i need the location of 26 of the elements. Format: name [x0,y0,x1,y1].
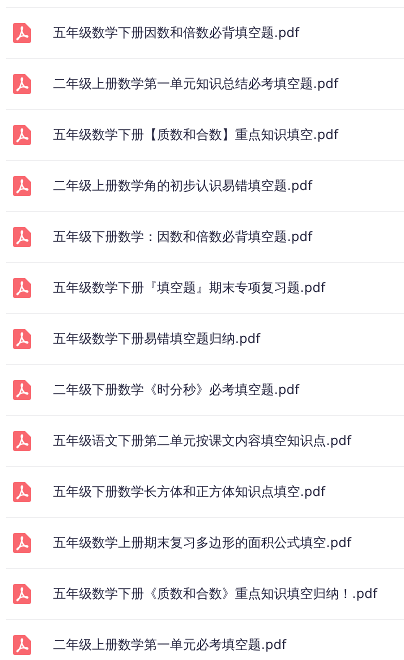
pdf-file-icon [13,329,31,349]
pdf-file-icon [13,380,31,400]
file-name[interactable]: 二年级上册数学第一单元知识总结必考填空题.pdf [53,75,338,93]
file-name[interactable]: 五年级数学上册期末复习多边形的面积公式填空.pdf [53,534,352,552]
file-name[interactable]: 二年级上册数学第一单元必考填空题.pdf [53,636,286,654]
pdf-file-icon [13,23,31,43]
file-name[interactable]: 五年级下册数学：因数和倍数必背填空题.pdf [53,228,312,246]
file-name[interactable]: 五年级数学下册因数和倍数必背填空题.pdf [53,24,300,42]
pdf-file-icon [13,533,31,553]
file-name[interactable]: 二年级上册数学角的初步认识易错填空题.pdf [53,177,312,195]
file-name[interactable]: 五年级数学下册『填空题』期末专项复习题.pdf [53,279,326,297]
file-name[interactable]: 五年级下册数学长方体和正方体知识点填空.pdf [53,483,326,501]
pdf-file-icon [13,584,31,604]
pdf-file-icon [13,482,31,502]
pdf-file-icon [13,431,31,451]
file-name[interactable]: 五年级语文下册第二单元按课文内容填空知识点.pdf [53,432,352,450]
pdf-file-icon [13,278,31,298]
file-name[interactable]: 五年级数学下册【质数和合数】重点知识填空.pdf [53,126,338,144]
pdf-file-icon [13,74,31,94]
pdf-file-icon [13,125,31,145]
file-name[interactable]: 五年级数学下册《质数和合数》重点知识填空归纳！.pdf [53,585,378,603]
pdf-file-icon [13,176,31,196]
pdf-file-icon [13,227,31,247]
pdf-file-icon [13,635,31,655]
file-name[interactable]: 二年级下册数学《时分秒》必考填空题.pdf [53,381,300,399]
file-name[interactable]: 五年级数学下册易错填空题归纳.pdf [53,330,260,348]
